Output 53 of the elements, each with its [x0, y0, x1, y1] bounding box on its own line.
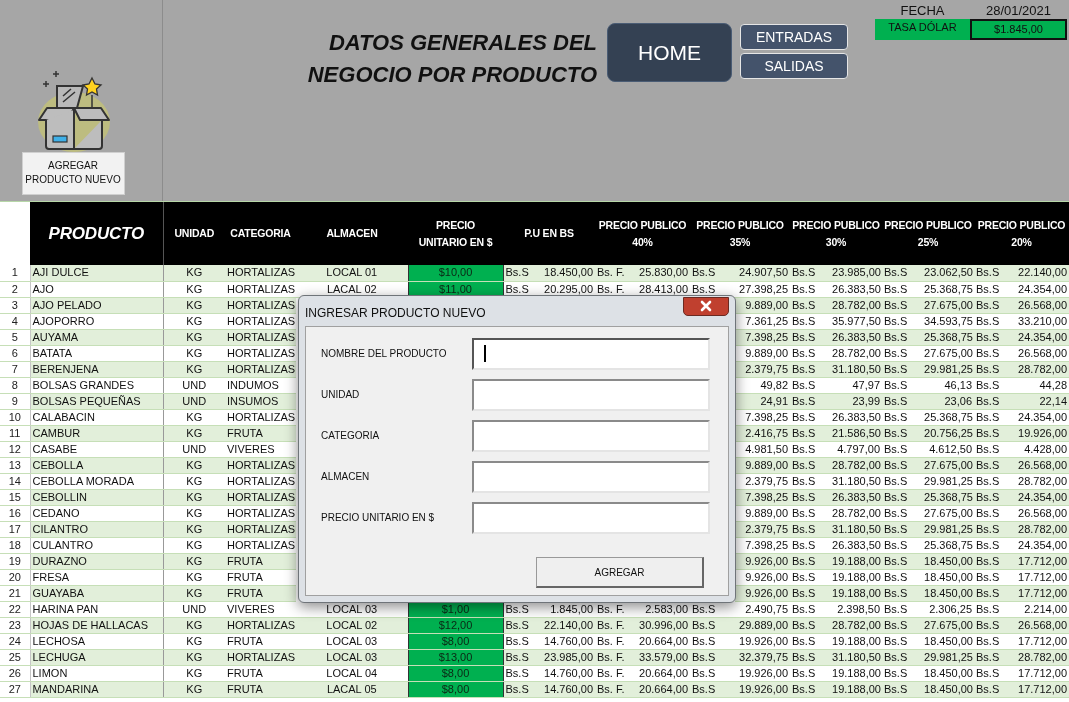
- title-line: NEGOCIO POR PRODUCTO: [306, 61, 597, 89]
- field-label: UNIDAD: [321, 388, 360, 402]
- table-cell: Bs.S: [974, 265, 1016, 281]
- table-cell: 18.450,00: [541, 265, 595, 281]
- field-label: CATEGORIA: [321, 429, 380, 443]
- exchange-rate-label: TASA DÓLAR: [875, 19, 970, 40]
- close-icon: [698, 300, 714, 312]
- table-cell: KG: [163, 265, 225, 281]
- table-cell: Bs.S: [503, 265, 541, 281]
- column-header: PRECIO UNITARIO EN $: [408, 202, 503, 265]
- table-cell: 22.140,00: [1016, 265, 1069, 281]
- add-product-button[interactable]: AGREGAR PRODUCTO NUEVO: [21, 152, 125, 195]
- table-cell: 23.985,00: [830, 265, 882, 281]
- column-header: PRODUCTO: [30, 202, 163, 265]
- table-cell: LOCAL 01: [296, 265, 408, 281]
- input-field[interactable]: [472, 419, 710, 452]
- exchange-rate-value: $1.845,00: [970, 19, 1067, 40]
- field-label: NOMBRE DEL PRODUCTO: [321, 347, 447, 361]
- table-cell: Bs.S: [690, 265, 735, 281]
- column-header: P.U EN BS: [503, 202, 595, 265]
- column-header: PRECIO PUBLICO 40%: [595, 202, 690, 265]
- add-button[interactable]: AGREGAR: [536, 557, 704, 588]
- input-field[interactable]: [472, 501, 710, 534]
- title-line: DATOS GENERALES DEL: [327, 29, 597, 57]
- table-cell: 23.062,50: [922, 265, 974, 281]
- table-cell: AJI DULCE: [30, 265, 163, 281]
- close-button[interactable]: [683, 296, 729, 316]
- column-header: CATEGORIA: [225, 202, 296, 265]
- table-cell: Bs. F.: [595, 265, 637, 281]
- field-label: PRECIO UNITARIO EN $: [321, 511, 435, 525]
- table-cell: 24.907,50: [735, 265, 790, 281]
- input-field[interactable]: [472, 337, 710, 370]
- column-header: ALMACEN: [296, 202, 408, 265]
- nav-button[interactable]: SALIDAS: [740, 53, 848, 79]
- nav-button[interactable]: ENTRADAS: [740, 24, 848, 50]
- table-cell: 25.830,00: [637, 265, 690, 281]
- dialog-title: INGRESAR PRODUCTO NUEVO: [305, 304, 486, 322]
- input-field[interactable]: [472, 460, 710, 493]
- home-button[interactable]: HOME: [607, 23, 732, 82]
- column-header: UNIDAD: [163, 202, 225, 265]
- table-cell: $10,00: [408, 265, 503, 281]
- table-cell: Bs.S: [790, 265, 830, 281]
- input-field[interactable]: [472, 378, 710, 411]
- table-cell: HORTALIZAS: [225, 265, 296, 281]
- table-cell: Bs.S: [882, 265, 922, 281]
- column-header: PRECIO PUBLICO 25%: [882, 202, 974, 265]
- row-number: 1: [0, 265, 30, 281]
- column-header: PRECIO PUBLICO 30%: [790, 202, 882, 265]
- date-label: FECHA: [899, 2, 946, 19]
- column-header: PRECIO PUBLICO 20%: [974, 202, 1069, 265]
- column-header: PRECIO PUBLICO 35%: [690, 202, 790, 265]
- date-value: 28/01/2021: [984, 2, 1053, 19]
- field-label: ALMACEN: [321, 470, 370, 484]
